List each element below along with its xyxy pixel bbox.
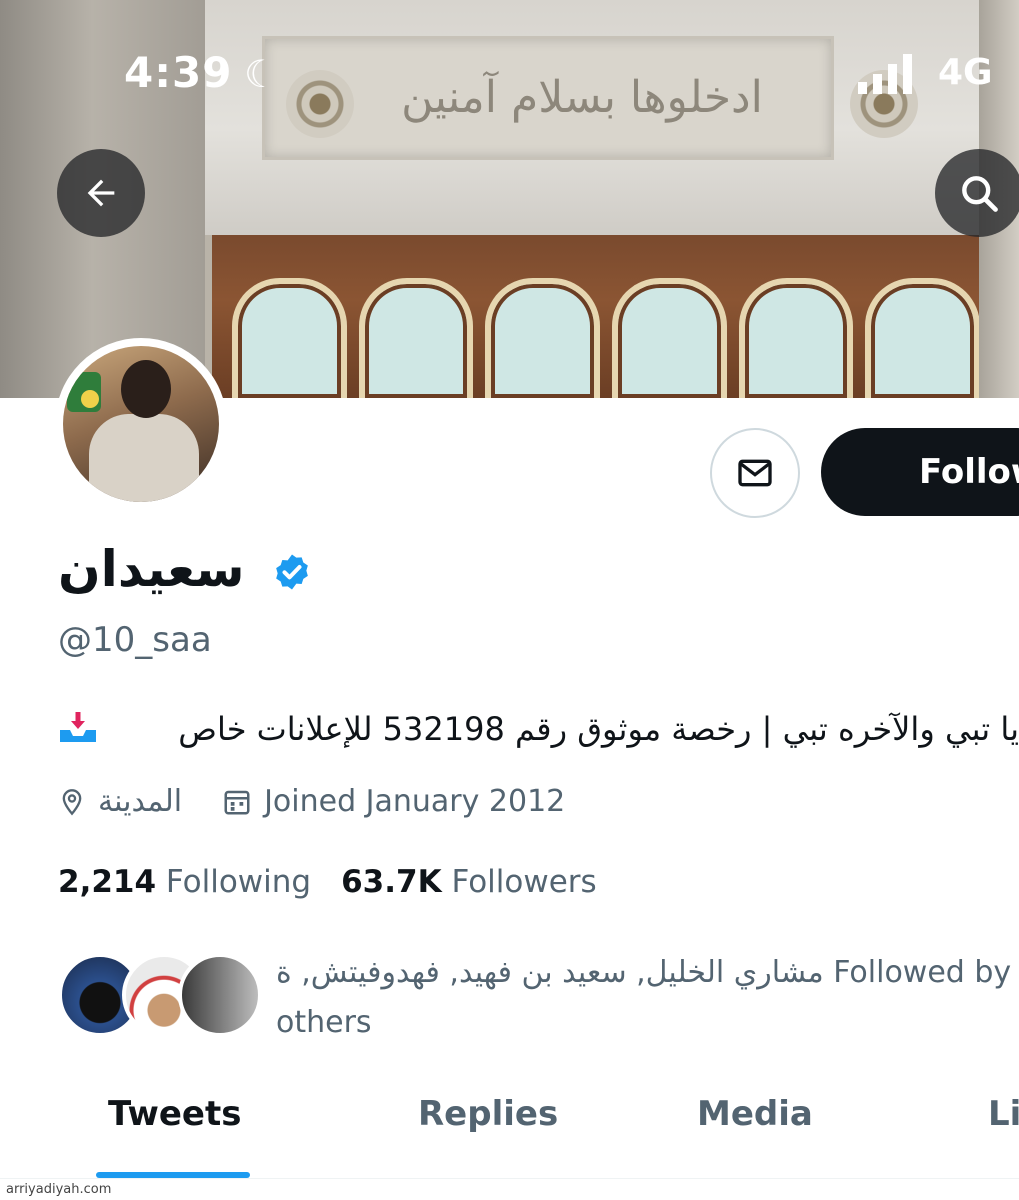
location: المدينة	[58, 784, 182, 819]
banner-arch	[232, 278, 347, 398]
tab-tweets[interactable]: Tweets	[108, 1094, 241, 1134]
handle: @10_saa	[58, 620, 212, 660]
banner-rosette-left	[286, 70, 354, 138]
avatar[interactable]	[55, 338, 227, 510]
banner-arch	[865, 278, 981, 398]
followed-by-line: Followed by مشاري الخليل, سعيد بن فهيد, …	[276, 955, 1012, 990]
follow-stats: 2,214 Following 63.7K Followers	[58, 864, 597, 900]
followed-by-avatars[interactable]	[58, 953, 262, 1037]
back-arrow-icon	[87, 179, 115, 207]
following-link[interactable]: 2,214 Following	[58, 864, 311, 900]
profile-tabs: Tweets Replies Media Li	[0, 1080, 1019, 1180]
banner-arch	[485, 278, 601, 398]
tab-likes[interactable]: Li	[988, 1094, 1019, 1134]
envelope-icon	[738, 459, 772, 487]
followers-label: Followers	[451, 864, 597, 900]
followed-by-text[interactable]: Followed by مشاري الخليل, سعيد بن فهيد, …	[276, 948, 1019, 1048]
verified-badge-icon	[276, 554, 308, 590]
banner-arch	[358, 278, 474, 398]
avatar-body	[89, 414, 199, 502]
search-icon	[962, 176, 998, 212]
banner-arch	[738, 278, 854, 398]
followers-link[interactable]: 63.7K Followers	[341, 864, 597, 900]
followers-count: 63.7K	[341, 864, 442, 900]
tabs-divider	[0, 1178, 1019, 1179]
avatar-head	[121, 360, 171, 418]
network-type: 4G	[938, 52, 993, 93]
avatar-flag-emblem	[81, 390, 99, 408]
banner-arches	[232, 278, 981, 398]
joined-text: Joined January 2012	[264, 784, 566, 819]
search-button[interactable]	[935, 149, 1019, 237]
watermark: arriyadiyah.com	[6, 1182, 112, 1197]
following-label: Following	[165, 864, 312, 900]
banner-arch	[612, 278, 727, 398]
status-time: 4:39	[124, 48, 233, 97]
banner-plaque-text: ادخلوها بسلام آمنين	[401, 72, 763, 123]
join-date: Joined January 2012	[222, 784, 565, 819]
message-button[interactable]	[710, 428, 800, 518]
tab-replies[interactable]: Replies	[418, 1094, 558, 1134]
location-text: المدينة	[98, 784, 183, 819]
inbox-tray-icon	[60, 712, 96, 742]
display-name: سعيدان	[58, 540, 245, 598]
following-count: 2,214	[58, 864, 157, 900]
bio: يا تبي والآخره تبي | رخصة موثوق رقم 5321…	[178, 710, 1019, 748]
tab-media[interactable]: Media	[697, 1094, 813, 1134]
location-pin-icon	[62, 788, 82, 815]
avatar-image	[63, 346, 219, 502]
back-button[interactable]	[57, 149, 145, 237]
calendar-icon	[224, 790, 250, 814]
signal-icon	[858, 52, 922, 94]
followed-by-others: others	[276, 1005, 372, 1040]
follower-avatar	[178, 953, 262, 1037]
follow-button[interactable]: Follow	[821, 428, 1019, 516]
moon-icon: ☾	[244, 52, 279, 96]
profile-meta: المدينة Joined January 2012	[58, 784, 605, 819]
